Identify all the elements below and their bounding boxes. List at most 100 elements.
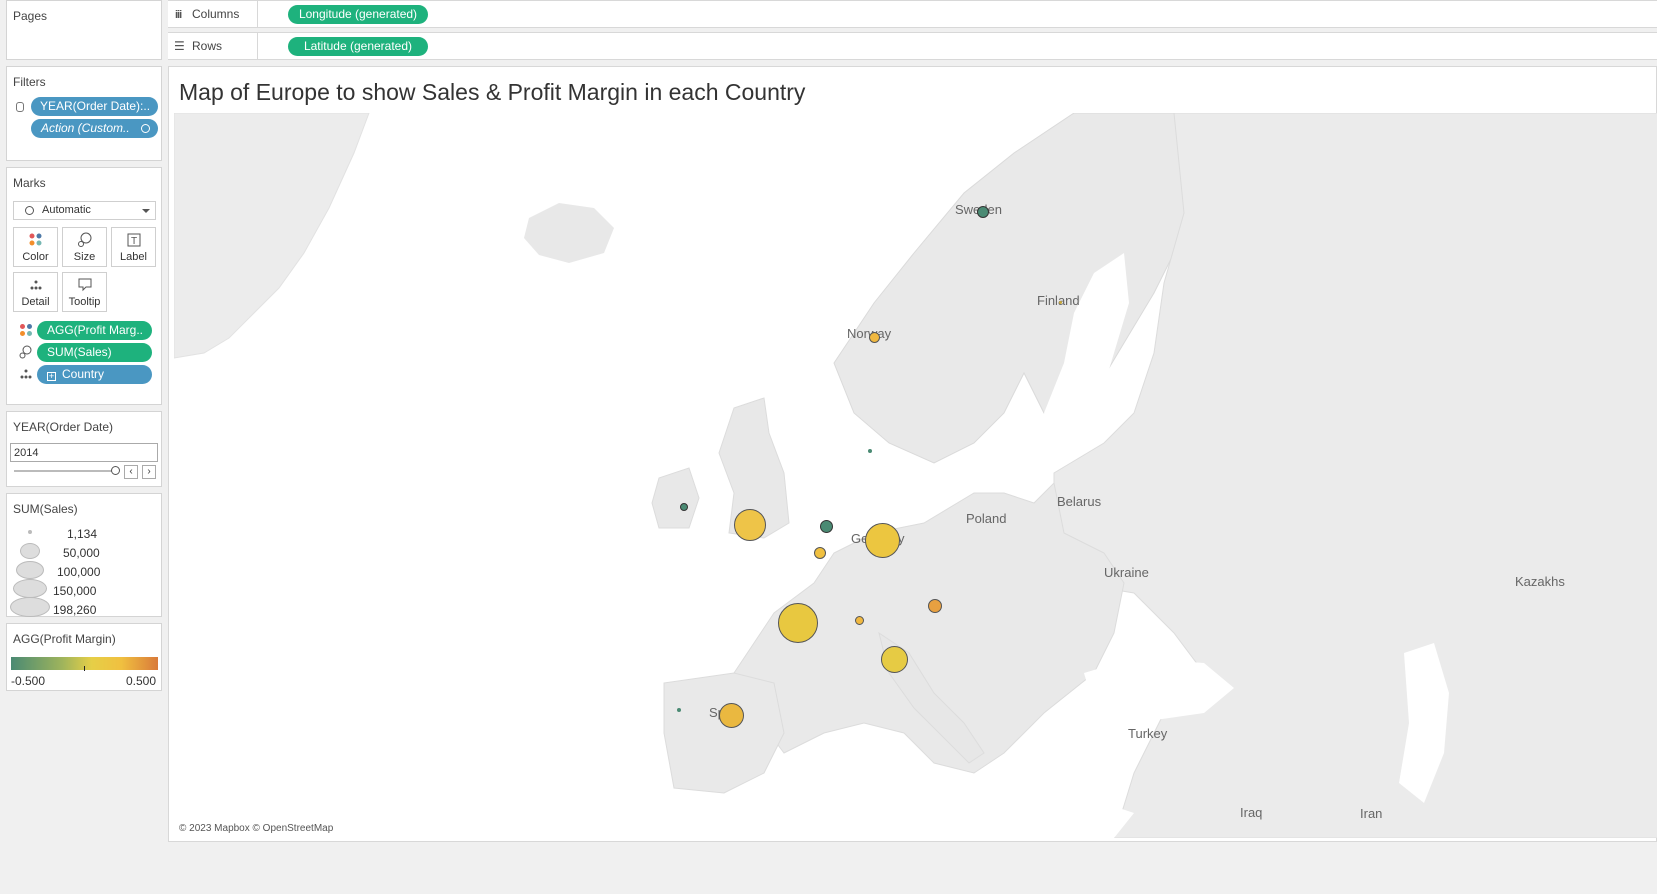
- place-label: Iran: [1360, 806, 1383, 821]
- size-legend-value: 150,000: [53, 584, 97, 598]
- size-legend-card: SUM(Sales) 1,134 50,000 100,000 150,000 …: [6, 493, 162, 617]
- year-filter-card: YEAR(Order Date) 2014 ‹ ›: [6, 411, 162, 487]
- tooltip-button-label: Tooltip: [68, 296, 101, 308]
- label-button[interactable]: T Label: [111, 227, 156, 267]
- size-icon: [63, 232, 106, 250]
- columns-shelf[interactable]: iii Columns Longitude (generated): [168, 0, 1657, 28]
- map-mark-germany[interactable]: [865, 523, 900, 558]
- place-label: Ukraine: [1104, 565, 1149, 580]
- marks-field-profit[interactable]: AGG(Profit Marg..: [37, 321, 152, 340]
- map-mark-france[interactable]: [778, 603, 818, 643]
- size-button[interactable]: Size: [62, 227, 107, 267]
- marks-title: Marks: [13, 176, 46, 190]
- year-filter-input[interactable]: 2014: [10, 443, 158, 462]
- database-icon: [16, 102, 24, 112]
- map-mark-uk[interactable]: [734, 509, 766, 541]
- map-attribution[interactable]: © 2023 Mapbox © OpenStreetMap: [179, 823, 333, 834]
- map-mark-norway[interactable]: [869, 332, 880, 343]
- year-slider-handle[interactable]: [111, 466, 120, 475]
- year-slider-track[interactable]: [14, 470, 116, 472]
- size-legend-row: 50,000: [7, 543, 161, 562]
- map-mark-portugal[interactable]: [677, 708, 681, 712]
- view-title: Map of Europe to show Sales & Profit Mar…: [179, 79, 806, 105]
- landmass-greenland: [174, 113, 370, 359]
- map-mark-italy[interactable]: [881, 646, 908, 673]
- size-legend-row: 1,134: [7, 524, 161, 543]
- pages-card[interactable]: Pages: [6, 0, 162, 60]
- marks-card: Marks Automatic Color Size T Label Detai…: [6, 167, 162, 405]
- map-mark-sweden[interactable]: [977, 206, 989, 218]
- link-icon: [141, 124, 150, 133]
- year-next-button[interactable]: ›: [142, 465, 156, 479]
- size-legend-value: 198,260: [53, 603, 97, 617]
- columns-pill[interactable]: Longitude (generated): [288, 5, 428, 24]
- shelf-divider: [257, 33, 258, 59]
- place-label: Turkey: [1128, 726, 1168, 741]
- map-mark-belgium[interactable]: [814, 547, 826, 559]
- color-button[interactable]: Color: [13, 227, 58, 267]
- rows-shelf[interactable]: ☰ Rows Latitude (generated): [168, 32, 1657, 60]
- landmass-iberia: [663, 672, 785, 794]
- color-ramp-midpoint: [84, 666, 85, 671]
- filters-card: Filters YEAR(Order Date):.. Action (Cust…: [6, 66, 162, 161]
- size-legend-title: SUM(Sales): [13, 502, 78, 516]
- size-legend-circle: [13, 579, 47, 598]
- marks-field-sales[interactable]: SUM(Sales): [37, 343, 152, 362]
- map[interactable]: Sweden Finland Norway Belarus Poland Ukr…: [174, 113, 1657, 838]
- landmass-ireland: [651, 467, 700, 529]
- rows-label: Rows: [192, 39, 223, 53]
- chevron-right-icon: ›: [147, 466, 151, 477]
- landmass-iceland: [524, 203, 614, 263]
- map-mark-spain[interactable]: [719, 703, 744, 728]
- rows-icon: ☰: [174, 39, 185, 53]
- map-svg: [174, 113, 1657, 838]
- circle-icon: [25, 206, 34, 215]
- map-mark-austria[interactable]: [928, 599, 942, 613]
- color-legend-card: AGG(Profit Margin) -0.500 0.500: [6, 623, 162, 691]
- place-label: Belarus: [1057, 494, 1102, 509]
- size-legend-circle: [28, 530, 32, 534]
- detail-field-icon: [19, 367, 33, 384]
- rows-pill[interactable]: Latitude (generated): [288, 37, 428, 56]
- size-field-icon: [19, 345, 33, 362]
- size-legend-circle: [20, 543, 40, 559]
- size-legend-circle: [16, 561, 44, 579]
- map-mark-netherlands[interactable]: [820, 520, 833, 533]
- place-label: Kazakhs: [1515, 574, 1565, 589]
- size-legend-circle: [10, 597, 50, 617]
- map-mark-switzerland[interactable]: [855, 616, 864, 625]
- map-mark-denmark[interactable]: [868, 449, 872, 453]
- size-legend-value: 1,134: [67, 527, 98, 541]
- color-legend-min: -0.500: [11, 674, 46, 688]
- view-panel: Map of Europe to show Sales & Profit Mar…: [168, 66, 1657, 842]
- place-label: Poland: [966, 511, 1007, 526]
- detail-icon: [14, 277, 57, 295]
- color-button-label: Color: [22, 251, 49, 263]
- color-legend-title: AGG(Profit Margin): [13, 632, 116, 646]
- marks-field-country[interactable]: + Country: [37, 365, 152, 384]
- tooltip-button[interactable]: Tooltip: [62, 272, 107, 312]
- filter-pill-year[interactable]: YEAR(Order Date):..: [31, 97, 158, 116]
- mark-type-label: Automatic: [42, 204, 91, 216]
- columns-label: Columns: [192, 7, 240, 21]
- size-button-label: Size: [73, 251, 96, 263]
- chevron-left-icon: ‹: [129, 466, 133, 477]
- year-filter-title: YEAR(Order Date): [13, 420, 114, 434]
- size-legend-row: 198,260: [7, 597, 161, 619]
- map-mark-finland[interactable]: [1059, 301, 1062, 304]
- color-legend-max: 0.500: [125, 674, 156, 688]
- map-mark-ireland[interactable]: [680, 503, 688, 511]
- detail-button[interactable]: Detail: [13, 272, 58, 312]
- expand-icon: +: [47, 371, 56, 381]
- svg-text:T: T: [130, 236, 136, 247]
- place-label: Finland: [1037, 293, 1080, 308]
- pages-title: Pages: [13, 9, 48, 23]
- filter-pill-action[interactable]: Action (Custom..: [31, 119, 158, 138]
- filter-pill-action-label: Action (Custom..: [41, 121, 130, 135]
- size-legend-value: 50,000: [63, 546, 100, 560]
- chevron-down-icon: [142, 209, 150, 213]
- mark-type-dropdown[interactable]: Automatic: [13, 201, 156, 220]
- year-prev-button[interactable]: ‹: [124, 465, 138, 479]
- year-filter-value: 2014: [14, 447, 39, 459]
- tooltip-icon: [63, 277, 106, 295]
